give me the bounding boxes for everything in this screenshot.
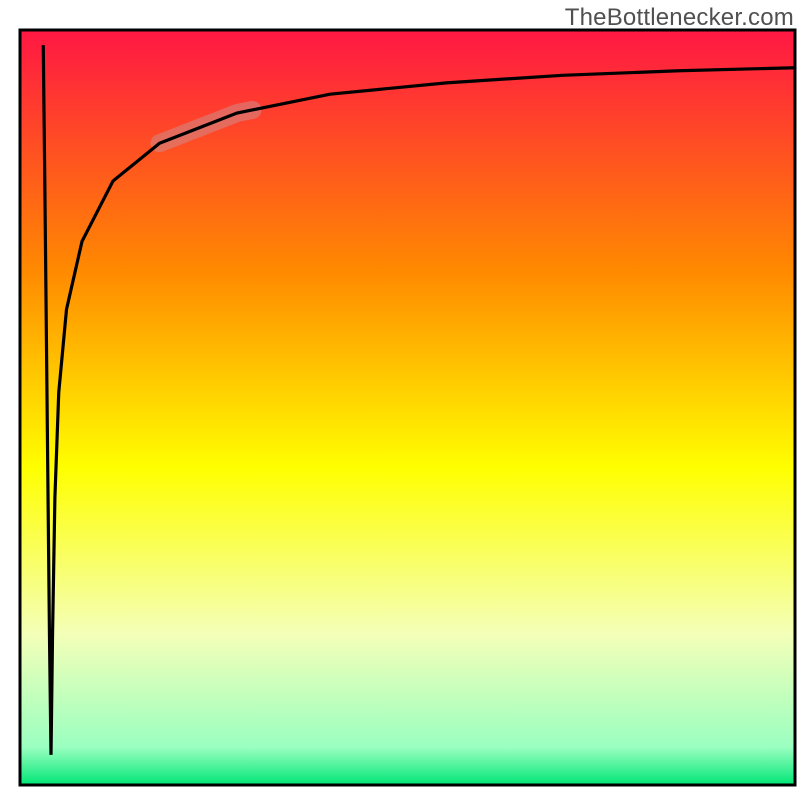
plot-background (20, 30, 795, 785)
bottleneck-chart (0, 0, 800, 800)
watermark-label: TheBottlenecker.com (565, 4, 794, 32)
chart-frame: TheBottlenecker.com (0, 0, 800, 800)
